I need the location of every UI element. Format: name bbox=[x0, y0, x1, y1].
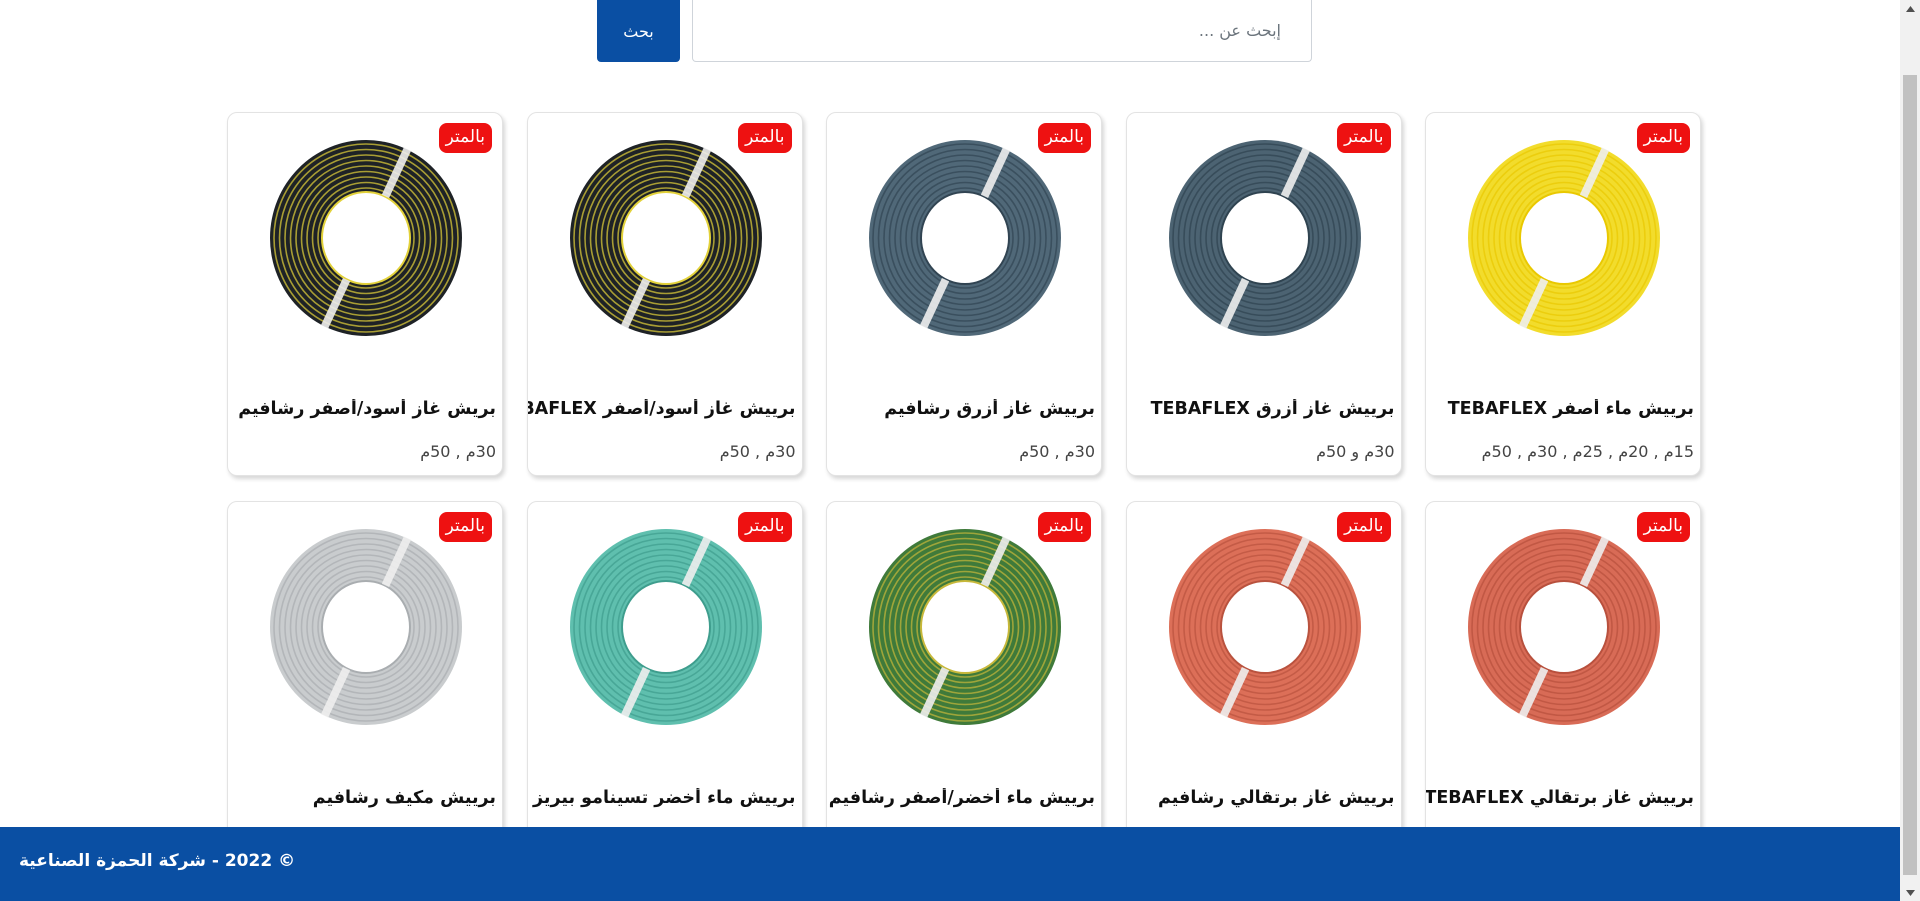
product-card[interactable]: بالمتر برييش غاز أزرق رشافيم 30م , 50م bbox=[826, 112, 1102, 476]
product-title[interactable]: برييش غاز أزرق TEBAFLEX bbox=[1127, 399, 1395, 419]
product-title[interactable]: برييش غاز برتقالي TEBAFLEX bbox=[1426, 788, 1694, 808]
product-card[interactable]: بالمتر برييش غاز أزرق TEBAFLEX 30م و 50م bbox=[1125, 112, 1402, 476]
scroll-up-arrow-icon[interactable] bbox=[1900, 0, 1920, 17]
product-sizes: 30م , 50م bbox=[719, 442, 796, 461]
yellow-hose-coil-icon[interactable] bbox=[1464, 138, 1664, 338]
product-sizes: 30م , 50م bbox=[1019, 442, 1095, 461]
product-card[interactable]: بالمتر برييش غاز برتقالي رشافيم bbox=[1125, 501, 1402, 865]
search-button[interactable]: بحث bbox=[597, 0, 680, 62]
footer-copyright: © 2022 - شركة الحمزة الصناعية bbox=[19, 851, 296, 871]
product-sizes: 30م , 50م bbox=[420, 442, 496, 461]
scrollbar-thumb[interactable] bbox=[1903, 75, 1917, 875]
product-card[interactable]: بالمتر برييش غاز برتقالي TEBAFLEX bbox=[1425, 501, 1701, 865]
product-card[interactable]: بالمتر برييش مكيف رشافيم bbox=[227, 501, 503, 865]
product-card[interactable]: بالمتر برييش ماء أخضر/أصفر رشافيم bbox=[826, 501, 1102, 865]
product-sizes: 15م , 20م , 25م , 30م , 50م bbox=[1481, 442, 1694, 461]
product-sizes: 30م و 50م bbox=[1316, 442, 1395, 461]
product-title[interactable]: برييش ماء أصفر TEBAFLEX bbox=[1426, 399, 1694, 419]
search-input[interactable] bbox=[692, 0, 1312, 62]
teal-hose-coil-icon[interactable] bbox=[566, 527, 766, 727]
product-title[interactable]: برييش ماء أخضر تسينامو بيريز bbox=[528, 788, 795, 808]
blue-gray-hose-coil-icon[interactable] bbox=[1165, 138, 1365, 338]
page: بحث بالمتربرييش ماء أصفر TEBAFLEX15م , 2… bbox=[0, 0, 1900, 901]
product-card[interactable]: بالمتر بريش غاز أسود/أصفر رشافيم 30م , 50م bbox=[227, 112, 503, 476]
product-title[interactable]: برييش غاز أزرق رشافيم bbox=[827, 399, 1095, 419]
vertical-scrollbar[interactable] bbox=[1900, 0, 1920, 901]
product-card[interactable]: بالمتر برييش ماء أصفر TEBAFLEX 15م , 20م ,… bbox=[1425, 112, 1701, 476]
search-bar: بحث bbox=[597, 0, 1312, 62]
product-card[interactable]: بالمتربرييش غاز أسود/أصفر TEBAFLEX30م , … bbox=[526, 112, 803, 476]
gray-corrugated-conduit-coil-icon[interactable] bbox=[266, 527, 466, 727]
green-packaged-hose-coil-icon[interactable] bbox=[865, 527, 1065, 727]
orange-hose-coil-icon[interactable] bbox=[1165, 527, 1365, 727]
product-grid: بالمتر برييش ماء أصفر TEBAFLEX 15م , 20م ,… bbox=[227, 112, 1701, 865]
footer: © 2022 - شركة الحمزة الصناعية bbox=[0, 827, 1900, 901]
product-title[interactable]: برييش غاز برتقالي رشافيم bbox=[1127, 788, 1394, 808]
black-yellow-hose-coil-icon[interactable] bbox=[566, 138, 766, 338]
scroll-down-arrow-icon[interactable] bbox=[1900, 884, 1920, 901]
blue-gray-hose-coil-icon[interactable] bbox=[865, 138, 1065, 338]
product-card[interactable]: بالمتر برييش ماء أخضر تسينامو بيريز bbox=[526, 501, 803, 865]
product-title[interactable]: برييش غاز أسود/أصفر TEBAFLEX bbox=[528, 399, 796, 419]
product-title[interactable]: برييش ماء أخضر/أصفر رشافيم bbox=[827, 788, 1095, 808]
product-title[interactable]: بريش غاز أسود/أصفر رشافيم bbox=[228, 399, 496, 419]
black-yellow-hose-coil-icon[interactable] bbox=[266, 138, 466, 338]
orange-hose-coil-icon[interactable] bbox=[1464, 527, 1664, 727]
product-title[interactable]: برييش مكيف رشافيم bbox=[228, 788, 496, 808]
